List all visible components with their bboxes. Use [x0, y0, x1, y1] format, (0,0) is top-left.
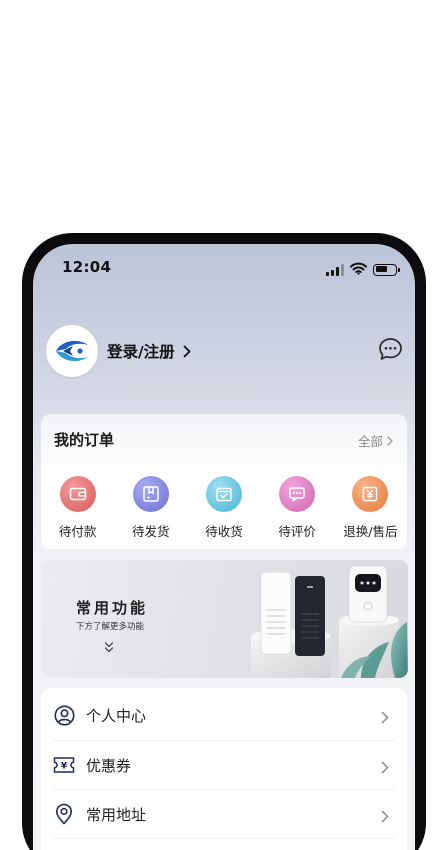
- receive-box-icon: [205, 476, 242, 512]
- order-status-list: 待付款 待发货 待收货 待评价 退换/售后: [41, 476, 407, 540]
- order-status-label: 待付款: [58, 524, 97, 539]
- message-icon[interactable]: [378, 337, 403, 365]
- order-status-label: 待评价: [278, 524, 316, 539]
- order-status-pending-shipment[interactable]: 待发货: [114, 476, 187, 540]
- menu-item-label: 个人中心: [86, 707, 147, 725]
- avatar[interactable]: [46, 325, 98, 377]
- product-devices-image: [251, 565, 408, 678]
- chevron-right-icon: [387, 435, 393, 446]
- chevron-right-icon: [183, 345, 191, 358]
- order-status-label: 退换/售后: [343, 524, 398, 539]
- menu-item-addresses[interactable]: 常用地址: [53, 789, 395, 838]
- battery-icon: [373, 263, 400, 276]
- order-status-label: 待发货: [132, 524, 170, 539]
- menu-item-label: 优惠券: [86, 756, 132, 775]
- view-all-label: 全部: [357, 434, 383, 449]
- wifi-icon: [350, 260, 367, 279]
- menu-item-personal-center[interactable]: 个人中心: [53, 691, 395, 740]
- feature-menu-list: 个人中心 ¥ 优惠券 常用地址: [41, 688, 407, 850]
- brand-logo-icon: [56, 340, 88, 362]
- my-orders-card: 我的订单 全部 待付款 待发货 待收货 待评价 退换/售后: [41, 414, 407, 549]
- order-status-pending-receipt[interactable]: 待收货: [187, 476, 260, 540]
- status-time: 12:04: [62, 258, 112, 276]
- common-functions-banner[interactable]: 常用功能 下方了解更多功能: [41, 560, 408, 678]
- orders-view-all-link[interactable]: 全部: [358, 431, 393, 450]
- coupon-icon: ¥: [53, 754, 75, 776]
- banner-subtitle: 下方了解更多功能: [76, 622, 145, 632]
- menu-item-more[interactable]: [53, 838, 395, 850]
- comment-icon: [279, 476, 316, 512]
- banner-title: 常用功能: [76, 599, 149, 617]
- login-register-label: 登录/注册: [107, 343, 175, 361]
- orders-title: 我的订单: [54, 431, 115, 449]
- app-screen: 12:04 登录/注册 我的订单 全部 待付款 待发货 待收货 待评价 退换/售…: [33, 244, 415, 850]
- user-icon: [53, 705, 75, 727]
- order-status-pending-payment[interactable]: 待付款: [41, 476, 114, 540]
- svg-text:¥: ¥: [61, 761, 68, 771]
- menu-item-label: 常用地址: [86, 805, 147, 824]
- menu-item-coupons[interactable]: ¥ 优惠券: [53, 740, 395, 789]
- location-pin-icon: [53, 803, 75, 825]
- chevron-right-icon: [381, 709, 389, 728]
- refund-icon: [352, 476, 389, 512]
- chevron-right-icon: [381, 808, 389, 827]
- cellular-signal-icon: [326, 263, 344, 276]
- order-status-pending-review[interactable]: 待评价: [261, 476, 334, 540]
- status-icons: [326, 260, 400, 279]
- login-register-link[interactable]: 登录/注册: [107, 340, 191, 362]
- chevron-right-icon: [381, 759, 389, 778]
- double-chevron-down-icon: [104, 639, 114, 658]
- wallet-icon: [59, 476, 96, 512]
- order-status-after-sales[interactable]: 退换/售后: [334, 476, 407, 540]
- package-icon: [132, 476, 169, 512]
- order-status-label: 待收货: [205, 524, 243, 539]
- profile-row: 登录/注册: [46, 325, 191, 377]
